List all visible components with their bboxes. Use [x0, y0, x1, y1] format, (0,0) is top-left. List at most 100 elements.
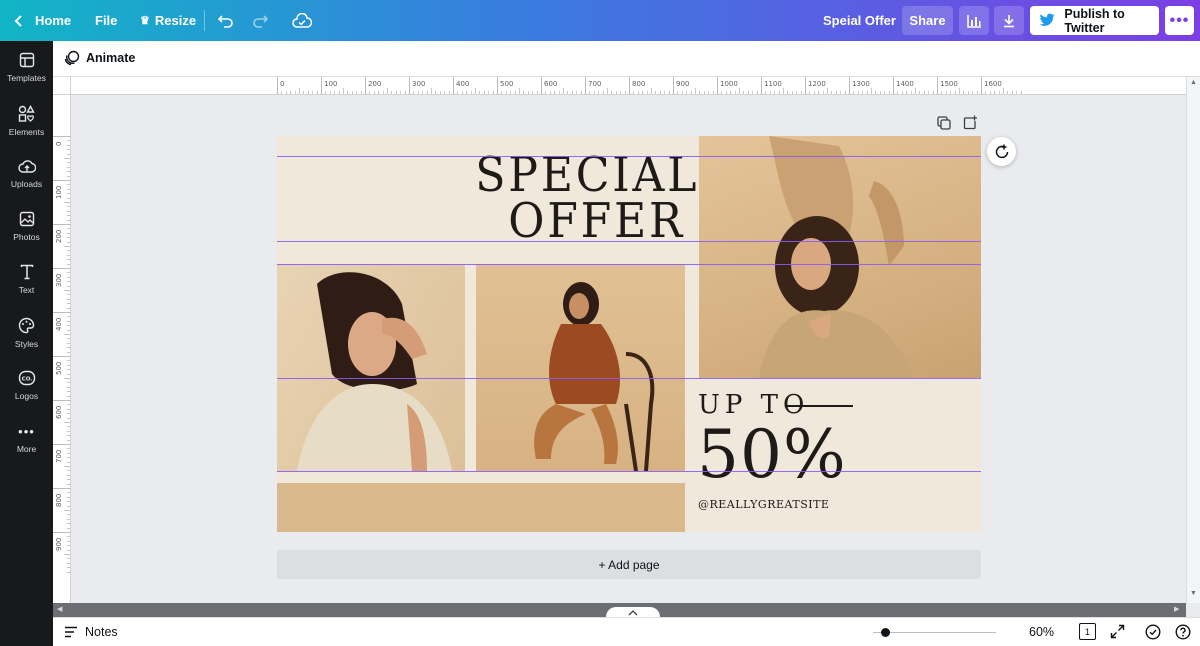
add-page-button[interactable]: + Add page — [277, 550, 981, 579]
sidebar-item-elements[interactable]: Elements — [0, 94, 53, 147]
photo-woman-hand-on-face[interactable] — [277, 264, 465, 471]
ruler-minor-tick — [67, 426, 70, 428]
publish-to-twitter-button[interactable]: Publish to Twitter — [1030, 6, 1159, 35]
ruler-minor-tick — [800, 91, 802, 94]
sidebar-item-styles[interactable]: Styles — [0, 306, 53, 359]
vertical-scrollbar[interactable]: ▲ ▼ — [1186, 77, 1200, 603]
file-menu[interactable]: File — [95, 0, 117, 41]
duplicate-page-button[interactable] — [937, 116, 951, 135]
ruler-minor-tick — [857, 91, 859, 94]
ruler-minor-tick — [67, 523, 70, 525]
bottom-bar: Notes 60% 1 — [53, 617, 1200, 646]
share-button[interactable]: Share — [902, 6, 953, 35]
scroll-right-icon[interactable]: ▶ — [1174, 605, 1179, 613]
notes-button[interactable]: Notes — [64, 625, 118, 639]
sidebar-item-templates[interactable]: Templates — [0, 41, 53, 94]
ruler-minor-tick — [67, 175, 70, 177]
ruler-tick — [717, 77, 718, 95]
scroll-down-icon[interactable]: ▼ — [1190, 590, 1197, 597]
ruler-minor-tick — [822, 91, 824, 94]
sidebar-item-logos[interactable]: CO. Logos — [0, 359, 53, 412]
ruler-minor-tick — [549, 91, 551, 94]
ruler-label: 900 — [676, 80, 690, 88]
zoom-slider-handle[interactable] — [881, 628, 890, 637]
undo-button[interactable] — [217, 0, 235, 41]
add-new-page-button[interactable] — [963, 115, 978, 135]
website-text[interactable]: @REALLYGREATSITE — [698, 498, 829, 511]
ruler-minor-tick — [985, 91, 987, 94]
ruler-label: 1000 — [720, 80, 738, 88]
sidebar-item-uploads[interactable]: Uploads — [0, 147, 53, 200]
up-to-line[interactable] — [785, 405, 853, 407]
design-page[interactable]: SPECIAL OFFER UP TO 50% @REALLYGREATSITE — [277, 136, 981, 532]
sidebar-item-more[interactable]: ••• More — [0, 412, 53, 465]
animate-button[interactable]: Animate — [64, 50, 135, 66]
ruler-minor-tick — [567, 91, 569, 94]
ruler-minor-tick — [67, 571, 70, 573]
ruler-minor-tick — [791, 91, 793, 94]
scroll-up-icon[interactable]: ▲ — [1190, 79, 1197, 86]
ruler-minor-tick — [67, 263, 70, 265]
copy-icon — [937, 116, 951, 130]
insights-button[interactable] — [959, 6, 989, 35]
ruler-minor-tick — [923, 91, 925, 94]
ruler-minor-tick — [721, 91, 723, 94]
zoom-slider[interactable] — [873, 632, 996, 633]
sidebar-item-photos[interactable]: Photos — [0, 200, 53, 253]
undo-icon — [217, 14, 233, 28]
ruler-minor-tick — [796, 91, 798, 94]
ruler-minor-tick — [373, 91, 375, 94]
vertical-ruler: 0 100 200 300 400 500 600 700 800 900 — [53, 95, 71, 603]
ruler-minor-tick — [67, 303, 70, 305]
ruler-minor-tick — [884, 91, 886, 94]
ruler-label: 800 — [55, 493, 63, 507]
scroll-left-icon[interactable]: ◀ — [57, 605, 62, 613]
ruler-label: 200 — [368, 80, 382, 88]
refresh-design-button[interactable] — [987, 137, 1016, 166]
ruler-minor-tick — [67, 492, 70, 494]
home-label: Home — [35, 13, 72, 28]
zoom-level[interactable]: 60% — [1029, 625, 1054, 639]
photo-woman-arms-raised[interactable] — [699, 136, 981, 378]
home-button[interactable]: Home — [12, 0, 71, 41]
ruler-minor-tick — [64, 510, 70, 511]
percent-text[interactable]: 50% — [697, 416, 847, 493]
sidebar-item-text[interactable]: Text — [0, 253, 53, 306]
check-button[interactable] — [1145, 624, 1161, 645]
document-title[interactable]: Speial Offer — [823, 0, 896, 41]
ruler-minor-tick — [897, 91, 899, 94]
ruler-minor-tick — [607, 88, 608, 94]
redo-button[interactable] — [251, 0, 269, 41]
help-button[interactable] — [1175, 624, 1191, 645]
title-offer[interactable]: OFFER — [475, 197, 685, 245]
uploads-icon — [17, 159, 36, 173]
title-special[interactable]: SPECIAL — [475, 151, 696, 199]
ruler-minor-tick — [910, 91, 912, 94]
templates-icon — [19, 52, 34, 68]
ruler-minor-tick — [67, 558, 70, 560]
ruler-minor-tick — [659, 91, 661, 94]
divider — [204, 10, 205, 31]
page-count-button[interactable]: 1 — [1079, 623, 1096, 640]
tan-color-block[interactable] — [277, 483, 685, 532]
svg-text:CO.: CO. — [21, 377, 32, 383]
animate-icon — [64, 50, 80, 66]
cloud-save-button[interactable] — [292, 0, 312, 41]
photo-woman-seated-chair[interactable] — [476, 264, 685, 471]
ruler-minor-tick — [646, 91, 648, 94]
guide-line — [277, 241, 981, 242]
ruler-minor-tick — [536, 91, 538, 94]
ruler-minor-tick — [290, 91, 292, 94]
ruler-minor-tick — [637, 91, 639, 94]
ruler-minor-tick — [67, 417, 70, 419]
ruler-minor-tick — [307, 91, 309, 94]
photos-icon — [19, 211, 34, 227]
ruler-minor-tick — [901, 91, 903, 94]
resize-button[interactable]: ♛ Resize — [140, 0, 196, 41]
fullscreen-button[interactable] — [1110, 624, 1125, 644]
download-button[interactable] — [994, 6, 1024, 35]
ruler-minor-tick — [67, 435, 70, 437]
more-options-button[interactable]: ••• — [1165, 6, 1194, 35]
ruler-minor-tick — [664, 91, 666, 94]
ruler-minor-tick — [67, 259, 70, 261]
